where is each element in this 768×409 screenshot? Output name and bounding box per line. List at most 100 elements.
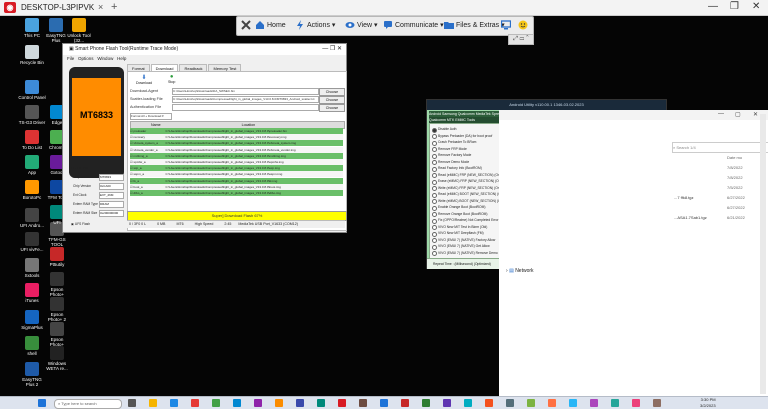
minimize-button[interactable]: — (708, 1, 718, 12)
option-label[interactable]: Read Factory Info (BootROM) (438, 166, 482, 170)
desktop-icon[interactable]: Unlock Tool (32... (65, 18, 93, 43)
auth-file-field[interactable] (172, 104, 319, 111)
taskbar-app-icon[interactable] (569, 399, 577, 407)
option-radio[interactable] (432, 238, 437, 243)
file-name[interactable]: ...7 ffk8.tgz (674, 195, 694, 200)
taskbar-app-icon[interactable] (506, 399, 514, 407)
start-icon[interactable] (38, 399, 46, 407)
desktop-icon[interactable]: SigmaPlus (18, 310, 46, 330)
partition-row[interactable]: ☑ preloader C:\Users\Hmshop\Downloads\Com… (130, 128, 343, 134)
download-agent-choose-button[interactable]: Choose (319, 88, 345, 96)
taskbar-app-icon[interactable] (233, 399, 241, 407)
option-radio[interactable] (432, 244, 437, 250)
new-tab-button[interactable]: + (111, 1, 117, 13)
taskbar-clock[interactable]: 3:30 PM 3/2/2023 (700, 397, 716, 409)
menu-options[interactable]: Options (78, 56, 94, 61)
desktop-icon[interactable]: Pt5utily (43, 247, 71, 267)
option-radio[interactable] (432, 225, 437, 230)
desktop-icon[interactable]: shell (18, 336, 46, 356)
taskbar-app-icon[interactable] (212, 399, 220, 407)
taskbar-app-icon[interactable] (359, 399, 367, 407)
explorer-maximize-button[interactable]: ▢ (735, 111, 741, 118)
auth-choose-button[interactable]: Choose (319, 104, 345, 112)
desktop-icon[interactable]: To Do List (18, 130, 46, 150)
menu-file[interactable]: File (67, 56, 74, 61)
taskbar-app-icon[interactable] (611, 399, 619, 407)
option-label[interactable]: VIVO (EMUI 7) (NATIVE) Factory Allow (438, 238, 495, 242)
stop-button[interactable]: ● Stop (168, 74, 175, 84)
desktop-icon[interactable]: BorotoPc (18, 180, 46, 200)
option-label[interactable]: Remove FRP Mode (438, 147, 467, 151)
option-radio[interactable] (432, 173, 437, 178)
communicate-button[interactable]: Communicate ▾ (383, 20, 444, 32)
taskbar-app-icon[interactable] (632, 399, 640, 407)
option-label[interactable]: Disable Auth (438, 127, 457, 131)
option-radio[interactable] (432, 251, 437, 256)
taskbar-app-icon[interactable] (464, 399, 472, 407)
menu-window[interactable]: Window (97, 56, 113, 61)
explorer-scrollbar[interactable] (760, 114, 766, 394)
taskbar-app-icon[interactable] (275, 399, 283, 407)
option-label[interactable]: Remove Demo Mode (438, 160, 469, 164)
taskbar-app-icon[interactable] (653, 399, 661, 407)
taskbar-app-icon[interactable] (338, 399, 346, 407)
option-radio[interactable] (432, 186, 437, 191)
taskbar-app-icon[interactable] (170, 399, 178, 407)
option-radio[interactable] (432, 192, 437, 198)
explorer-minimize-button[interactable]: — (718, 111, 724, 117)
taskbar-app-icon[interactable] (128, 399, 136, 407)
taskbar-app-icon[interactable] (191, 399, 199, 407)
partition-row[interactable]: ☑ md1img_a C:\Users\Hmshop\Downloads\Comp… (130, 152, 343, 159)
desktop-icon[interactable]: TS-G3 Driver (18, 105, 46, 125)
files-extras-button[interactable]: Files & Extras ▾ (444, 20, 505, 32)
taskbar-app-icon[interactable] (401, 399, 409, 407)
option-radio[interactable] (432, 134, 437, 139)
scatter-choose-button[interactable]: Choose (319, 96, 345, 104)
option-radio[interactable] (432, 127, 437, 133)
taskbar-app-icon[interactable] (317, 399, 325, 407)
explorer-close-button[interactable]: ✕ (753, 111, 758, 118)
taskbar-app-icon[interactable] (485, 399, 493, 407)
view-button[interactable]: View ▾ (345, 20, 378, 32)
smiley-icon[interactable] (518, 20, 530, 32)
option-radio[interactable] (432, 140, 437, 146)
option-label[interactable]: VIVO New MIT Deepflash (FM) (438, 231, 484, 235)
restore-button[interactable]: ❐ (730, 1, 739, 12)
partition-row[interactable]: ☑ lk_a C:\Users\Hmshop\Downloads\Compress… (130, 177, 343, 184)
partition-row[interactable]: ☑ scp_a C:\Users\Hmshop\Downloads\Compres… (130, 165, 343, 172)
file-name[interactable]: ...ASA1.7Sab1.tgz (674, 215, 707, 220)
option-label[interactable]: VIVO (EMUI 7) (NATIVE) Remove Demo (438, 251, 498, 255)
taskbar-app-icon[interactable] (149, 399, 157, 407)
partition-row[interactable]: ☑ vbmeta_vendor_a C:\Users\Hmshop\Downloa… (130, 146, 343, 153)
menu-help[interactable]: Help (117, 56, 126, 61)
desktop-icon[interactable]: Epson Photo+ (43, 322, 71, 347)
desktop-icon[interactable]: UFI Andro... (18, 208, 46, 228)
remote-screen-icon[interactable] (501, 20, 513, 32)
option-radio[interactable] (432, 153, 437, 159)
desktop-icon[interactable]: App (18, 155, 46, 175)
close-window-button[interactable]: ✕ (752, 1, 760, 12)
option-label[interactable]: Crash Preloader To BRom (438, 140, 476, 144)
desktop-icon[interactable]: UFI vivFe... (18, 232, 46, 252)
toolbar-mini-controls[interactable]: ⤢ ▭ ⌃ (508, 34, 534, 45)
option-radio[interactable] (432, 212, 437, 217)
ufs-flash-node[interactable]: ▣ UFS Flash (71, 222, 90, 226)
option-radio[interactable] (432, 166, 437, 172)
taskbar-app-icon[interactable] (548, 399, 556, 407)
desktop-icon[interactable]: Windows WETA re... (43, 346, 71, 371)
desktop-icon[interactable]: Recycle Bin (18, 45, 46, 65)
option-label[interactable]: Enable Orange Boot (BootROM) (438, 205, 485, 209)
taskbar-app-icon[interactable] (443, 399, 451, 407)
option-label[interactable]: Remove Orange Boot (BootROM) (438, 212, 487, 216)
network-nav-item[interactable]: › ▤ Network (506, 268, 534, 274)
partition-row[interactable]: ☑ recovery C:\Users\Hmshop\Downloads\Comp… (130, 134, 343, 141)
desktop-icon[interactable]: Epson Photo+ 2 (43, 297, 71, 322)
scatter-file-field[interactable]: C:\Users\Hmshop\Downloads\Compressed\lig… (172, 96, 319, 103)
option-label[interactable]: Bypass Preloader (DA) for boot proof (438, 134, 492, 138)
desktop-icon[interactable]: Sxtools (18, 258, 46, 278)
download-button[interactable]: ⬇ Download (136, 74, 152, 85)
option-label[interactable]: VIVO (EMUI 7) (NATIVE) Get Allow (438, 244, 490, 248)
sp-window-controls[interactable]: — ❐ ✕ (322, 44, 342, 55)
taskbar-app-icon[interactable] (296, 399, 304, 407)
option-label[interactable]: VIVO New MIT Test In Bkrm (Old) (438, 225, 487, 229)
